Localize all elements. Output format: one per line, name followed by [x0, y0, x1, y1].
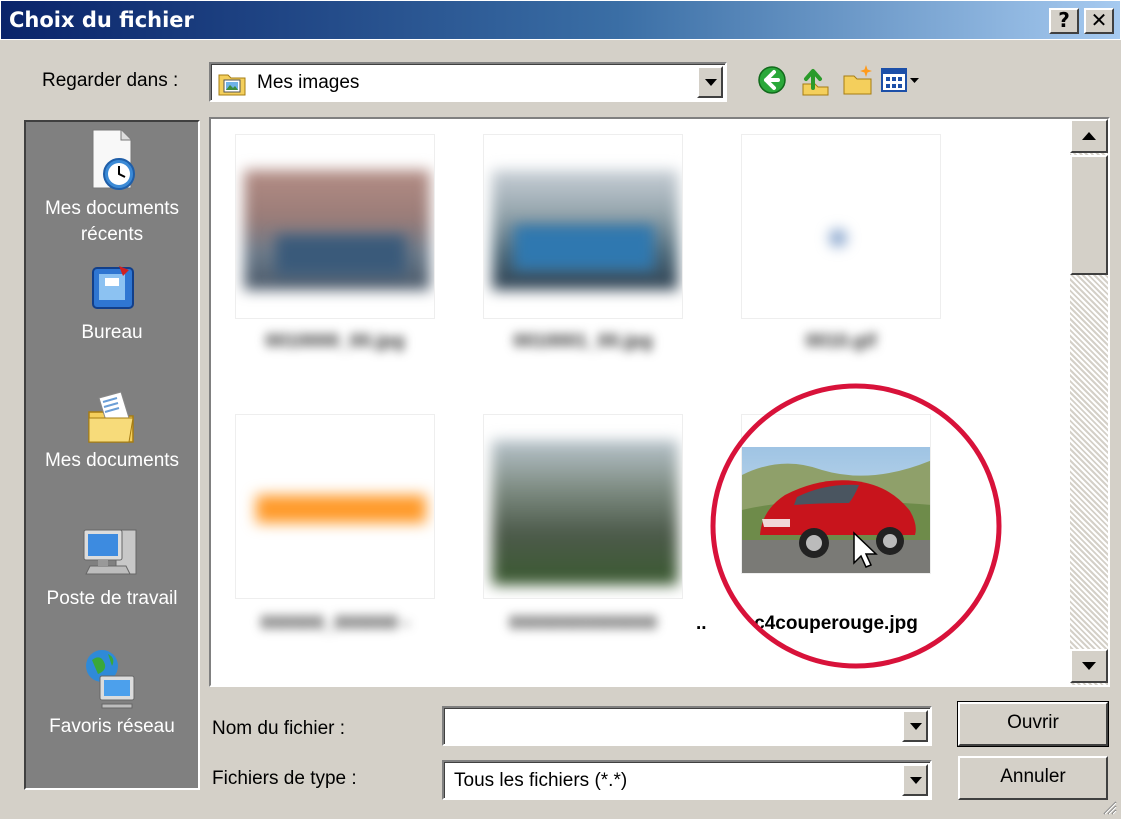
- desktop-icon: [92, 266, 134, 309]
- window-title: Choix du fichier: [9, 8, 194, 32]
- look-in-dropdown-button[interactable]: [697, 66, 723, 98]
- place-label: Poste de travail: [46, 588, 178, 609]
- place-my-documents[interactable]: Mes documents: [26, 386, 198, 474]
- filename-label: Nom du fichier :: [212, 718, 346, 739]
- scroll-up-button[interactable]: [1070, 119, 1108, 153]
- file-list-scrollbar[interactable]: [1070, 119, 1108, 685]
- look-in-combo[interactable]: Mes images: [209, 62, 727, 102]
- new-folder-icon[interactable]: [840, 62, 876, 98]
- filetype-value: Tous les fichiers (*.*): [454, 770, 628, 791]
- place-my-computer[interactable]: Poste de travail: [26, 522, 198, 612]
- filename-input[interactable]: [442, 706, 932, 746]
- file-thumbnail[interactable]: [483, 134, 683, 319]
- close-button[interactable]: ✕: [1084, 8, 1114, 34]
- filetype-label: Fichiers de type :: [212, 768, 357, 789]
- my-pictures-folder-icon: [218, 74, 246, 96]
- file-thumbnail[interactable]: [235, 414, 435, 599]
- place-label: Mes documents: [44, 450, 180, 471]
- scroll-thumb[interactable]: [1070, 155, 1108, 275]
- resize-grip-icon[interactable]: [1099, 797, 1117, 815]
- view-menu-icon[interactable]: [880, 62, 950, 98]
- place-network[interactable]: Favoris réseau: [26, 646, 198, 740]
- place-desktop[interactable]: Bureau: [26, 258, 198, 346]
- back-icon[interactable]: [754, 62, 790, 98]
- file-name[interactable]: 0010001_00.jpg: [468, 331, 698, 353]
- file-name[interactable]: 0010000_00.jpg: [220, 331, 450, 353]
- highlight-circle-annotation: [710, 383, 1002, 669]
- recent-documents-icon: [92, 129, 135, 190]
- arrow-up-icon: [1082, 132, 1096, 140]
- up-folder-icon[interactable]: [797, 62, 833, 98]
- look-in-value: Mes images: [257, 72, 360, 93]
- cancel-button[interactable]: Annuler: [958, 756, 1108, 800]
- arrow-down-icon: [1082, 662, 1096, 670]
- file-thumbnail[interactable]: [741, 134, 941, 319]
- file-name[interactable]: 00000000000000: [468, 613, 698, 635]
- scroll-down-button[interactable]: [1070, 649, 1108, 683]
- filetype-select[interactable]: Tous les fichiers (*.*): [442, 760, 932, 800]
- look-in-label: Regarder dans :: [42, 70, 179, 91]
- file-thumbnail[interactable]: [235, 134, 435, 319]
- file-list[interactable]: 0010000_00.jpg 0010001_00.jpg 0010.gif 0…: [209, 117, 1110, 687]
- open-button[interactable]: Ouvrir: [957, 701, 1109, 747]
- file-name[interactable]: 000000_000000 -: [220, 613, 450, 635]
- place-label: Favoris réseau: [49, 716, 175, 737]
- places-bar: Mes documents récents Bureau Mes documen…: [24, 120, 200, 790]
- filetype-dropdown-button[interactable]: [902, 764, 928, 796]
- place-label: Mes documents récents: [44, 198, 180, 245]
- place-recent-documents[interactable]: Mes documents récents: [26, 126, 198, 248]
- my-documents-icon: [88, 391, 134, 443]
- my-computer-icon: [83, 529, 137, 575]
- help-button[interactable]: ?: [1049, 8, 1079, 34]
- place-label: Bureau: [81, 322, 143, 343]
- file-name[interactable]: 0010.gif: [726, 331, 956, 353]
- network-places-icon: [86, 650, 135, 709]
- filename-dropdown-button[interactable]: [902, 710, 928, 742]
- file-thumbnail[interactable]: [483, 414, 683, 599]
- title-bar: Choix du fichier ? ✕: [0, 0, 1121, 40]
